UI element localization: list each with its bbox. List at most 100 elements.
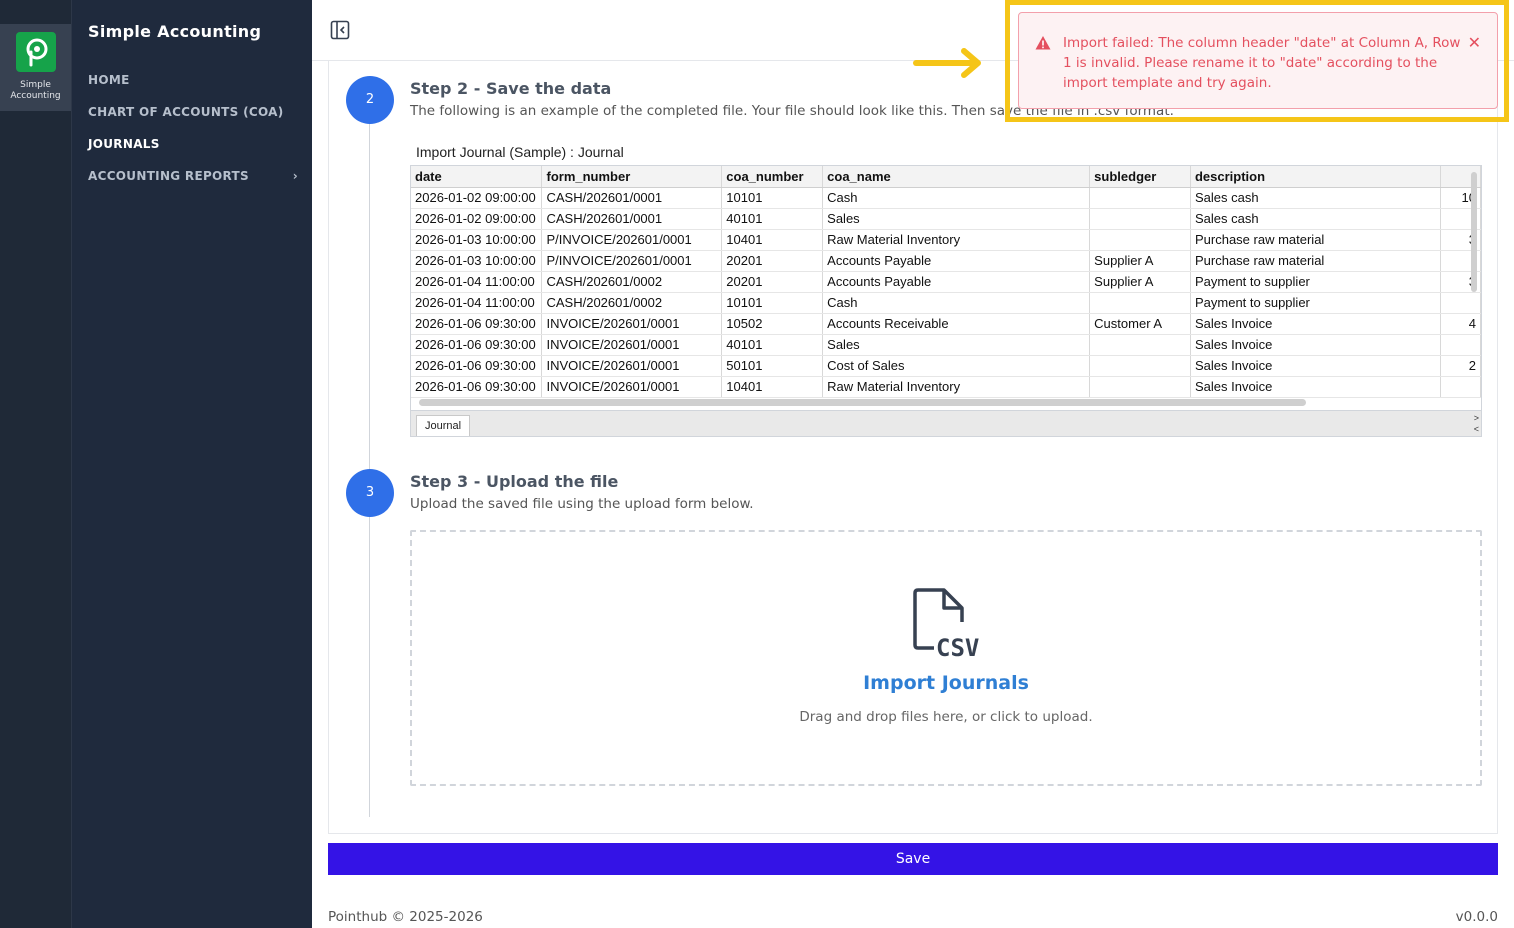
step-3-badge: 3 (346, 469, 394, 517)
table-cell: 10401 (721, 229, 824, 251)
csv-file-icon: CSV (912, 588, 988, 662)
table-cell (1089, 208, 1191, 230)
table-cell: Raw Material Inventory (822, 229, 1091, 251)
table-cell: Cash (822, 292, 1091, 314)
column-header: coa_name (822, 166, 1091, 188)
table-cell: Payment to supplier (1190, 292, 1442, 314)
table-cell (1089, 292, 1191, 314)
table-cell: CASH/202601/0002 (541, 271, 723, 293)
dropzone-title: Import Journals (863, 672, 1029, 694)
save-button[interactable]: Save (328, 843, 1498, 875)
sidebar-item-home[interactable]: HOME (88, 73, 298, 87)
table-cell: 40101 (721, 334, 824, 356)
table-cell (1089, 376, 1191, 398)
footer-version: v0.0.0 (1455, 909, 1498, 925)
table-cell: 2026-01-04 11:00:00 (411, 292, 543, 314)
table-cell: 10101 (721, 187, 824, 209)
table-cell: CASH/202601/0001 (541, 208, 723, 230)
table-cell: Sales cash (1190, 187, 1442, 209)
sheet-tab-journal[interactable]: Journal (416, 415, 471, 436)
brand-title: Simple Accounting (88, 22, 262, 41)
table-cell: Sales (822, 334, 1091, 356)
table-cell (1089, 334, 1191, 356)
table-cell: 2026-01-03 10:00:00 (411, 229, 543, 251)
sheet-scroll-arrows[interactable]: > < (1474, 413, 1479, 435)
collapse-sidebar-icon[interactable] (330, 20, 350, 40)
table-cell: 2026-01-06 09:30:00 (411, 313, 543, 335)
warning-icon (1035, 35, 1051, 55)
table-cell: INVOICE/202601/0001 (541, 334, 723, 356)
table-cell: Cost of Sales (822, 355, 1091, 377)
table-cell: INVOICE/202601/0001 (541, 376, 723, 398)
footer-copyright: Pointhub © 2025-2026 (328, 909, 483, 925)
close-icon[interactable]: ✕ (1468, 33, 1481, 52)
app-switcher-item[interactable]: Simple Accounting (0, 24, 71, 111)
file-dropzone[interactable]: CSV Import Journals Drag and drop files … (410, 530, 1482, 786)
sidebar-item-accounting-reports[interactable]: ACCOUNTING REPORTS › (88, 169, 298, 183)
table-row: 2026-01-06 09:30:00 INVOICE/202601/0001 50… (411, 355, 1481, 377)
horizontal-scrollbar[interactable] (419, 399, 1306, 406)
table-cell: 4 (1440, 313, 1481, 335)
table-cell: Payment to supplier (1190, 271, 1442, 293)
table-cell: INVOICE/202601/0001 (541, 313, 723, 335)
table-row: 2026-01-03 10:00:00 P/INVOICE/202601/0001… (411, 250, 1481, 272)
table-cell: Sales Invoice (1190, 334, 1442, 356)
step-3-title: Step 3 - Upload the file (410, 472, 619, 491)
table-cell: Accounts Payable (822, 271, 1091, 293)
chevron-right-icon: › (292, 169, 298, 183)
table-cell: Sales (822, 208, 1091, 230)
error-toast: Import failed: The column header "date" … (1018, 12, 1498, 109)
table-cell: 2026-01-06 09:30:00 (411, 376, 543, 398)
table-cell: 10502 (721, 313, 824, 335)
table-row: 2026-01-02 09:00:00 CASH/202601/0001 10101… (411, 187, 1481, 209)
sidebar-item-coa[interactable]: CHART OF ACCOUNTS (COA) (88, 105, 298, 119)
step-2-badge: 2 (346, 76, 394, 124)
table-cell: 2026-01-06 09:30:00 (411, 355, 543, 377)
sample-sheet-title: Import Journal (Sample) : Journal (416, 144, 624, 160)
table-cell: 20201 (721, 250, 824, 272)
table-cell (1089, 355, 1191, 377)
table-cell: Sales cash (1190, 208, 1442, 230)
toast-message: Import failed: The column header "date" … (1063, 35, 1461, 91)
table-cell (1440, 292, 1481, 314)
table-cell: Accounts Payable (822, 250, 1091, 272)
table-cell (1440, 334, 1481, 356)
app-rail: Simple Accounting (0, 0, 72, 928)
table-cell (1440, 376, 1481, 398)
app-label: Simple Accounting (10, 80, 61, 101)
table-row: 2026-01-04 11:00:00 CASH/202601/0002 10101… (411, 292, 1481, 314)
sample-table: date form_number coa_number coa_name sub… (411, 166, 1481, 398)
table-cell: Sales Invoice (1190, 355, 1442, 377)
table-row: 2026-01-06 09:30:00 INVOICE/202601/0001 10… (411, 376, 1481, 398)
sidebar-item-label: ACCOUNTING REPORTS (88, 169, 249, 183)
table-cell: Accounts Receivable (822, 313, 1091, 335)
column-header: form_number (541, 166, 723, 188)
vertical-scrollbar[interactable] (1471, 172, 1477, 292)
step-2-title: Step 2 - Save the data (410, 79, 612, 98)
column-header: date (411, 166, 543, 188)
table-cell: Supplier A (1089, 250, 1191, 272)
column-header: description (1190, 166, 1442, 188)
table-cell: Raw Material Inventory (822, 376, 1091, 398)
table-cell: 10101 (721, 292, 824, 314)
table-cell: CASH/202601/0002 (541, 292, 723, 314)
table-cell: Purchase raw material (1190, 250, 1442, 272)
table-cell: Cash (822, 187, 1091, 209)
dropzone-hint: Drag and drop files here, or click to up… (799, 709, 1093, 725)
column-header: subledger (1089, 166, 1191, 188)
svg-text:CSV: CSV (936, 634, 979, 662)
table-cell: 40101 (721, 208, 824, 230)
table-cell (1089, 187, 1191, 209)
table-cell: 2026-01-03 10:00:00 (411, 250, 543, 272)
table-cell: Supplier A (1089, 271, 1191, 293)
table-cell: 2 (1440, 355, 1481, 377)
sample-spreadsheet[interactable]: date form_number coa_number coa_name sub… (410, 165, 1482, 437)
table-cell: 50101 (721, 355, 824, 377)
table-row: 2026-01-03 10:00:00 P/INVOICE/202601/0001… (411, 229, 1481, 251)
sidebar-item-journals[interactable]: JOURNALS (88, 137, 298, 151)
table-cell: 2026-01-04 11:00:00 (411, 271, 543, 293)
table-cell: P/INVOICE/202601/0001 (541, 250, 723, 272)
sidebar: Simple Accounting HOME CHART OF ACCOUNTS… (72, 0, 312, 928)
table-cell: 2026-01-02 09:00:00 (411, 187, 543, 209)
app-logo-icon (16, 32, 56, 72)
